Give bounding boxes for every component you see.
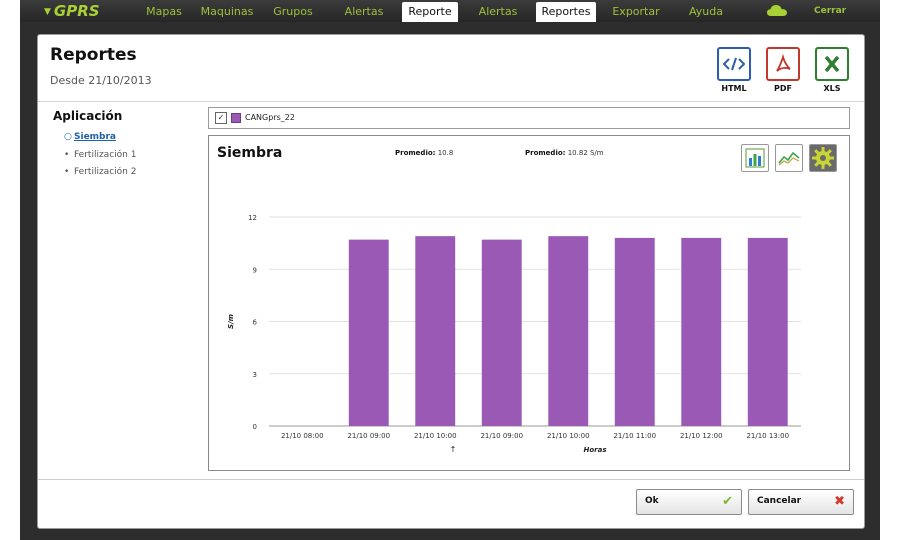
bar: [747, 237, 788, 426]
close-icon: ✖: [834, 494, 845, 509]
x-axis-label: Horas: [583, 446, 606, 454]
nav-tab-ayuda[interactable]: Ayuda: [680, 2, 732, 22]
promedio-1-label: Promedio:: [395, 149, 436, 157]
export-html-label: HTML: [721, 84, 747, 93]
x-axis-marker: ↑: [450, 445, 457, 454]
code-icon: [717, 47, 751, 81]
nav-tab-alertas[interactable]: Alertas: [336, 2, 392, 22]
promedio-2: Promedio: 10.82 S/m: [525, 149, 604, 157]
x-tick-label: 21/10 10:00: [547, 432, 590, 440]
bar: [481, 239, 522, 426]
y-tick-label: 9: [253, 266, 257, 274]
caret-down-icon: ▼: [44, 7, 51, 17]
bar-chart-toggle-button[interactable]: [741, 144, 769, 172]
nav-tab-reportes[interactable]: Reportes: [536, 2, 596, 22]
sidebar-item-fertilizacion-2[interactable]: • Fertilización 2: [64, 167, 136, 177]
sidebar-item-siembra[interactable]: ○ Siembra: [64, 132, 116, 142]
app-logo[interactable]: ▼ GPRS: [44, 0, 100, 22]
series-color-swatch: [231, 113, 241, 123]
export-pdf-label: PDF: [774, 84, 792, 93]
cancel-button-label: Cancelar: [757, 496, 802, 506]
chart-panel: 0 3 6 9 12 21/10 08:00 21/10 09:00 21/10 10:00 2…: [208, 135, 850, 471]
nav-tab-exportar[interactable]: Exportar: [606, 2, 666, 22]
promedio-2-value: 10.82 S/m: [567, 149, 604, 157]
header-divider: [38, 101, 864, 102]
sidebar-item-label: Siembra: [74, 132, 117, 142]
series-checkbox[interactable]: ✓: [215, 112, 227, 124]
export-html-button[interactable]: HTML: [715, 47, 753, 93]
ok-button[interactable]: Ok ✔: [636, 489, 742, 515]
series-filter-bar: ✓ CANGprs_22: [208, 107, 850, 129]
bar-chart-icon: [745, 148, 765, 168]
line-chart-toggle-button[interactable]: [775, 144, 803, 172]
sidebar-item-label: Fertilización 2: [74, 167, 137, 177]
top-nav-bar: ▼ GPRS Mapas Maquinas Grupos Alertas Repo…: [20, 0, 880, 38]
dialog-subtitle: Desde 21/10/2013: [50, 74, 152, 87]
cloud-icon[interactable]: [766, 3, 788, 18]
series-chip[interactable]: ✓ CANGprs_22: [215, 111, 295, 125]
sidebar-item-fertilizacion-1[interactable]: • Fertilización 1: [64, 150, 136, 160]
dialog-title: Reportes: [50, 45, 137, 65]
y-tick-label: 12: [248, 214, 257, 222]
pdf-icon: [766, 47, 800, 81]
x-tick-label: 21/10 08:00: [281, 432, 324, 440]
series-chip-label: CANGprs_22: [245, 113, 295, 122]
bar-chart: 0 3 6 9 12 21/10 08:00 21/10 09:00 21/10 10:00 2…: [227, 214, 801, 454]
cancel-button[interactable]: Cancelar ✖: [748, 489, 854, 515]
nav-tab-alertas-2[interactable]: Alertas: [470, 2, 526, 22]
sidebar-item-label: Fertilización 1: [74, 150, 137, 160]
y-axis-label: S/m: [227, 314, 235, 329]
x-tick-label: 21/10 09:00: [347, 432, 390, 440]
bullet-icon: •: [64, 167, 70, 177]
promedio-1-value: 10.8: [437, 149, 454, 157]
ok-button-label: Ok: [645, 496, 659, 506]
nav-tab-mapas[interactable]: Mapas: [138, 2, 190, 22]
logout-link[interactable]: Cerrar Sesión: [814, 0, 880, 38]
x-tick-label: 21/10 13:00: [746, 432, 789, 440]
x-tick-label: 21/10 12:00: [680, 432, 723, 440]
bar: [681, 237, 722, 426]
export-xls-label: XLS: [823, 84, 841, 93]
bar: [614, 237, 655, 426]
chart-title: Siembra: [217, 145, 283, 161]
x-tick-label: 21/10 11:00: [613, 432, 656, 440]
export-pdf-button[interactable]: PDF: [764, 47, 802, 93]
x-tick-label: 21/10 09:00: [480, 432, 523, 440]
app-logo-text: GPRS: [53, 2, 100, 20]
nav-tab-grupos[interactable]: Grupos: [265, 2, 321, 22]
bar: [348, 239, 389, 426]
checkmark-icon: ✔: [722, 494, 733, 509]
line-chart-icon: [778, 151, 800, 166]
promedio-1: Promedio: 10.8: [395, 149, 453, 157]
chart-settings-button[interactable]: [809, 144, 837, 172]
bar: [415, 236, 456, 426]
y-tick-label: 0: [253, 423, 257, 431]
bar: [548, 236, 589, 426]
y-tick-label: 3: [253, 371, 257, 379]
excel-icon: [815, 47, 849, 81]
y-tick-label: 6: [253, 319, 258, 327]
nav-tab-reporte[interactable]: Reporte: [402, 2, 458, 22]
reports-dialog: Reportes Desde 21/10/2013 HTML PDF XLS A…: [37, 34, 865, 529]
bullet-icon: •: [64, 150, 70, 160]
footer-divider: [38, 479, 864, 480]
export-xls-button[interactable]: XLS: [813, 47, 851, 93]
radio-icon: ○: [64, 132, 72, 142]
promedio-2-label: Promedio:: [525, 149, 566, 157]
x-tick-label: 21/10 10:00: [414, 432, 457, 440]
nav-tab-maquinas[interactable]: Maquinas: [196, 2, 258, 22]
gear-icon: [812, 147, 834, 169]
sidebar-title: Aplicación: [53, 109, 123, 123]
